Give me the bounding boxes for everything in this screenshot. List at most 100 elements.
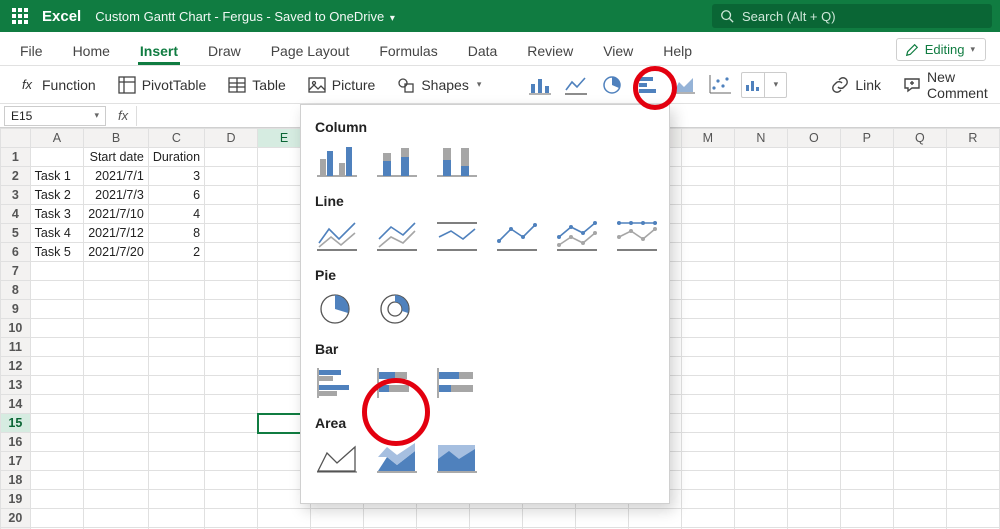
cell-F20[interactable]	[311, 509, 364, 528]
cell-R20[interactable]	[946, 509, 999, 528]
cell-C1[interactable]: Duration	[148, 148, 204, 167]
cell-B11[interactable]	[84, 338, 149, 357]
fx-icon[interactable]: fx	[110, 108, 136, 123]
cell-Q12[interactable]	[893, 357, 946, 376]
cell-Q1[interactable]	[893, 148, 946, 167]
cell-M19[interactable]	[681, 490, 734, 509]
cell-B17[interactable]	[84, 452, 149, 471]
cell-J20[interactable]	[522, 509, 575, 528]
cell-N8[interactable]	[734, 281, 787, 300]
cell-R12[interactable]	[946, 357, 999, 376]
clustered-bar-option[interactable]	[315, 365, 359, 401]
cell-P8[interactable]	[840, 281, 893, 300]
cell-O16[interactable]	[787, 433, 840, 452]
cell-P19[interactable]	[840, 490, 893, 509]
cell-M16[interactable]	[681, 433, 734, 452]
cell-M20[interactable]	[681, 509, 734, 528]
row-header-7[interactable]: 7	[1, 262, 31, 281]
cell-M2[interactable]	[681, 167, 734, 186]
column-header-O[interactable]: O	[787, 129, 840, 148]
cell-C17[interactable]	[148, 452, 204, 471]
cell-M5[interactable]	[681, 224, 734, 243]
cell-B9[interactable]	[84, 300, 149, 319]
row-header-3[interactable]: 3	[1, 186, 31, 205]
cell-P11[interactable]	[840, 338, 893, 357]
cell-N14[interactable]	[734, 395, 787, 414]
other-charts-icon[interactable]	[742, 73, 764, 97]
cell-O11[interactable]	[787, 338, 840, 357]
cell-N4[interactable]	[734, 205, 787, 224]
cell-P17[interactable]	[840, 452, 893, 471]
cell-B2[interactable]: 2021/7/1	[84, 167, 149, 186]
row-header-14[interactable]: 14	[1, 395, 31, 414]
area-option[interactable]	[315, 439, 359, 475]
column-header-B[interactable]: B	[84, 129, 149, 148]
stacked-line-option[interactable]	[375, 217, 419, 253]
cell-P15[interactable]	[840, 414, 893, 433]
cell-A16[interactable]	[30, 433, 84, 452]
cell-Q9[interactable]	[893, 300, 946, 319]
cell-A3[interactable]: Task 2	[30, 186, 84, 205]
row-header-9[interactable]: 9	[1, 300, 31, 319]
cell-A13[interactable]	[30, 376, 84, 395]
cell-R16[interactable]	[946, 433, 999, 452]
cell-M12[interactable]	[681, 357, 734, 376]
cell-M7[interactable]	[681, 262, 734, 281]
cell-B4[interactable]: 2021/7/10	[84, 205, 149, 224]
cell-R3[interactable]	[946, 186, 999, 205]
cell-B20[interactable]	[84, 509, 149, 528]
cell-C14[interactable]	[148, 395, 204, 414]
cell-C16[interactable]	[148, 433, 204, 452]
cell-D7[interactable]	[205, 262, 258, 281]
cell-O14[interactable]	[787, 395, 840, 414]
cell-P18[interactable]	[840, 471, 893, 490]
cell-B6[interactable]: 2021/7/20	[84, 243, 149, 262]
cell-D6[interactable]	[205, 243, 258, 262]
cell-B10[interactable]	[84, 319, 149, 338]
cell-L20[interactable]	[628, 509, 681, 528]
cell-M17[interactable]	[681, 452, 734, 471]
cell-A8[interactable]	[30, 281, 84, 300]
cell-A19[interactable]	[30, 490, 84, 509]
cell-N7[interactable]	[734, 262, 787, 281]
cell-P10[interactable]	[840, 319, 893, 338]
cell-K20[interactable]	[575, 509, 628, 528]
cell-Q5[interactable]	[893, 224, 946, 243]
cell-P6[interactable]	[840, 243, 893, 262]
cell-R1[interactable]	[946, 148, 999, 167]
cell-C13[interactable]	[148, 376, 204, 395]
cell-B15[interactable]	[84, 414, 149, 433]
line-option[interactable]	[315, 217, 359, 253]
cell-C11[interactable]	[148, 338, 204, 357]
cell-Q15[interactable]	[893, 414, 946, 433]
stacked-column-option[interactable]	[375, 143, 419, 179]
cell-Q11[interactable]	[893, 338, 946, 357]
cell-C18[interactable]	[148, 471, 204, 490]
cell-C4[interactable]: 4	[148, 205, 204, 224]
cell-A4[interactable]: Task 3	[30, 205, 84, 224]
column-header-A[interactable]: A	[30, 129, 84, 148]
row-header-5[interactable]: 5	[1, 224, 31, 243]
stacked-line-markers-option[interactable]	[555, 217, 599, 253]
cell-D5[interactable]	[205, 224, 258, 243]
cell-A15[interactable]	[30, 414, 84, 433]
cell-N13[interactable]	[734, 376, 787, 395]
cell-R8[interactable]	[946, 281, 999, 300]
cell-D13[interactable]	[205, 376, 258, 395]
tab-insert[interactable]: Insert	[138, 43, 180, 65]
cell-A2[interactable]: Task 1	[30, 167, 84, 186]
cell-R17[interactable]	[946, 452, 999, 471]
column-header-C[interactable]: C	[148, 129, 204, 148]
cell-N3[interactable]	[734, 186, 787, 205]
cell-C12[interactable]	[148, 357, 204, 376]
editing-mode-button[interactable]: Editing ▾	[896, 38, 986, 61]
cell-A5[interactable]: Task 4	[30, 224, 84, 243]
column-chart-button[interactable]	[525, 72, 555, 98]
cell-O12[interactable]	[787, 357, 840, 376]
row-header-2[interactable]: 2	[1, 167, 31, 186]
row-header-16[interactable]: 16	[1, 433, 31, 452]
pie-option[interactable]	[315, 291, 359, 327]
cell-R4[interactable]	[946, 205, 999, 224]
cell-C9[interactable]	[148, 300, 204, 319]
cell-N19[interactable]	[734, 490, 787, 509]
